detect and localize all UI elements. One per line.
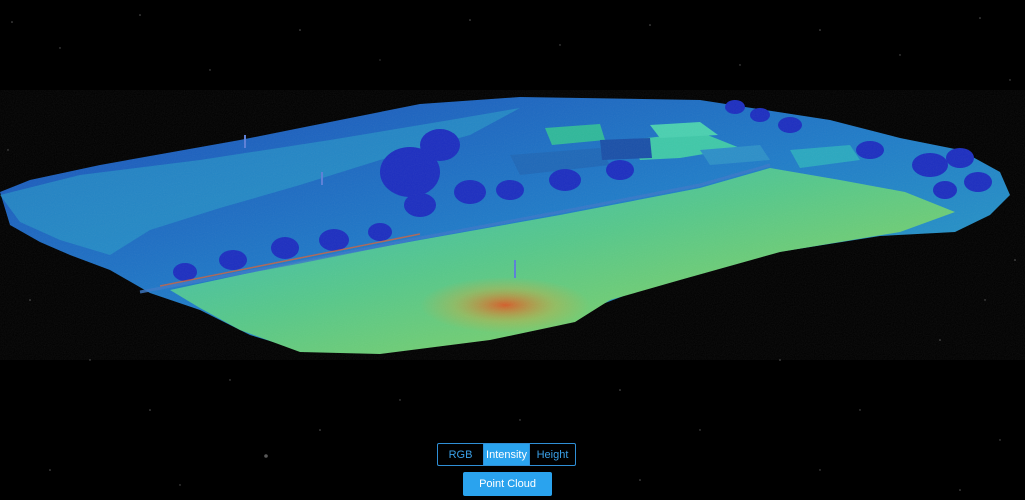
scan-noise-overlay	[0, 90, 1025, 360]
mode-height-button[interactable]: Height	[529, 444, 575, 465]
mode-rgb-button[interactable]: RGB	[438, 444, 483, 465]
mode-intensity-button[interactable]: Intensity	[483, 444, 529, 465]
render-mode-toggle: RGB Intensity Height	[437, 443, 576, 466]
point-cloud-viewport[interactable]	[0, 0, 1025, 500]
point-cloud-render[interactable]	[0, 0, 1025, 500]
point-cloud-button[interactable]: Point Cloud	[463, 472, 552, 496]
